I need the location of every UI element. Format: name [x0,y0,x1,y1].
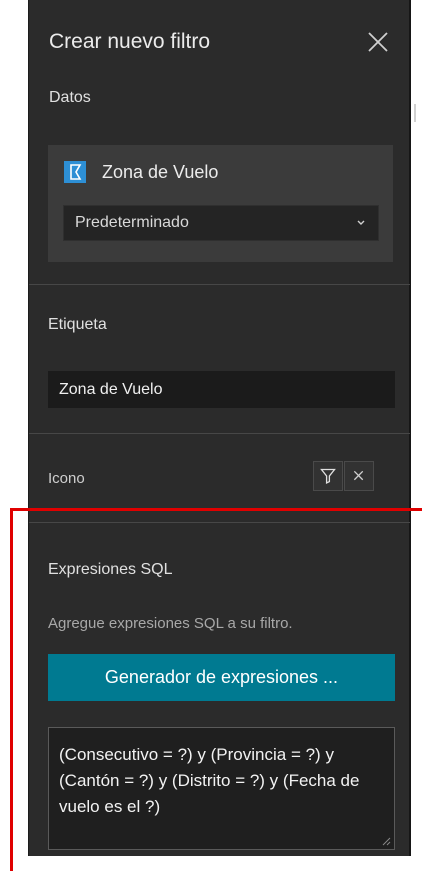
annotation-line-horizontal [10,508,422,511]
data-view-select-value: Predeterminado [75,214,189,231]
section-divider [29,284,410,285]
create-filter-panel: Crear nuevo filtro Datos Zona de Vuelo P… [28,0,411,856]
sql-section-label: Expresiones SQL [48,561,173,578]
icon-section-label: Icono [48,470,85,487]
panel-title: Crear nuevo filtro [49,30,211,53]
section-divider [29,433,410,434]
close-icon[interactable] [365,29,391,55]
annotation-line-vertical [10,508,13,871]
section-divider [29,522,410,523]
resize-handle-icon[interactable] [382,837,391,846]
sql-expression-textarea[interactable]: (Consecutivo = ?) y (Provincia = ?) y (C… [48,727,395,850]
close-icon [353,470,364,481]
data-view-select[interactable]: Predeterminado [63,205,379,241]
expression-builder-button[interactable]: Generador de expresiones ... [48,654,395,701]
layer-icon [64,161,86,183]
layer-name: Zona de Vuelo [102,162,219,182]
label-input-value: Zona de Vuelo [59,381,163,398]
scrollbar-thumb[interactable] [414,104,416,122]
sql-hint: Agregue expresiones SQL a su filtro. [48,615,293,632]
clear-icon-button[interactable] [344,461,374,491]
sql-expression-text: (Consecutivo = ?) y (Provincia = ?) y (C… [59,745,360,816]
filter-icon [320,468,336,485]
data-source-box: Zona de Vuelo Predeterminado [48,145,393,262]
label-input[interactable]: Zona de Vuelo [48,371,395,408]
chevron-down-icon [357,220,365,225]
data-section-label: Datos [49,89,91,106]
label-section-label: Etiqueta [48,316,107,333]
filter-icon-button[interactable] [313,461,343,491]
